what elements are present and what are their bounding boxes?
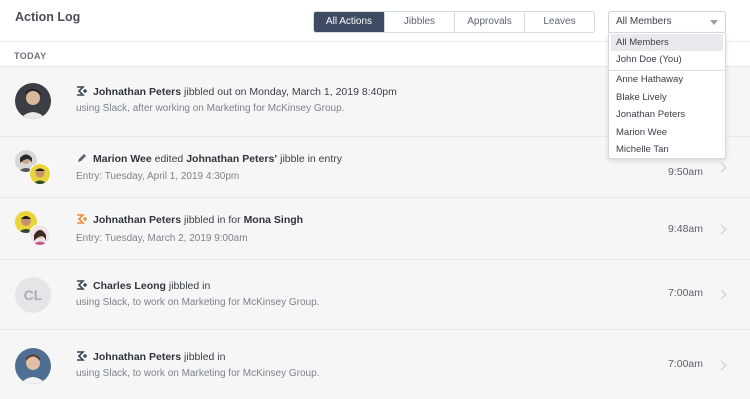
- member-option-anne-hathaway[interactable]: Anne Hathaway: [609, 71, 725, 88]
- log-entry[interactable]: Johnathan Peters jibbled in for Mona Sin…: [0, 197, 750, 259]
- avatar: CL: [15, 277, 51, 313]
- jibble-in-for-icon: [77, 214, 87, 224]
- entry-time: 7:00am: [667, 287, 703, 299]
- tab-jibbles[interactable]: Jibbles: [384, 12, 454, 32]
- chevron-right-icon: [716, 162, 727, 173]
- jibble-out-icon: [77, 86, 87, 96]
- target-name: Johnathan Peters’: [186, 153, 278, 165]
- member-option-john-doe[interactable]: John Doe (You): [609, 51, 725, 68]
- pencil-icon: [78, 154, 86, 162]
- member-dropdown-menu: All Members John Doe (You) Anne Hathaway…: [608, 32, 726, 159]
- member-option-blake-lively[interactable]: Blake Lively: [609, 89, 725, 106]
- tab-leaves[interactable]: Leaves: [524, 12, 594, 32]
- entry-time: 7:00am: [667, 358, 703, 370]
- actor-name: Marion Wee: [93, 153, 152, 165]
- actor-name: Charles Leong: [93, 280, 166, 292]
- actor-name: Johnathan Peters: [93, 86, 182, 98]
- chevron-right-icon: [716, 289, 727, 300]
- member-option-michelle-tan[interactable]: Michelle Tan: [609, 141, 725, 158]
- chevron-down-icon: [710, 20, 718, 25]
- tab-approvals[interactable]: Approvals: [454, 12, 524, 32]
- entry-detail: using Slack, to work on Marketing for Mc…: [76, 297, 320, 308]
- avatar: [15, 83, 51, 119]
- member-select-value: All Members: [616, 16, 672, 27]
- chevron-right-icon: [716, 224, 727, 235]
- log-entry[interactable]: Johnathan Peters jibbled in using Slack,…: [0, 329, 750, 399]
- avatar: [15, 348, 51, 384]
- section-label-today: TODAY: [14, 51, 47, 61]
- chevron-right-icon: [716, 360, 727, 371]
- actor-name: Johnathan Peters: [93, 351, 182, 363]
- avatar: [29, 163, 51, 185]
- log-entry[interactable]: CL Charles Leong jibbled in using Slack,…: [0, 259, 750, 329]
- entry-detail: Entry: Tuesday, March 2, 2019 9:00am: [76, 233, 248, 244]
- page-title: Action Log: [15, 10, 81, 24]
- jibble-in-icon: [77, 351, 87, 361]
- member-option-jonathan-peters[interactable]: Jonathan Peters: [609, 106, 725, 123]
- filter-tabs: All Actions Jibbles Approvals Leaves: [313, 11, 595, 33]
- member-option-marion-wee[interactable]: Marion Wee: [609, 124, 725, 141]
- avatar: [29, 224, 51, 246]
- entry-detail: using Slack, after working on Marketing …: [76, 103, 345, 114]
- actor-name: Johnathan Peters: [93, 214, 182, 226]
- member-option-all[interactable]: All Members: [611, 34, 723, 51]
- entry-time: 9:48am: [667, 223, 703, 235]
- jibble-in-icon: [77, 280, 87, 290]
- action-text: jibbled out on Monday, March 1, 2019 8:4…: [181, 86, 397, 98]
- entry-time: 9:50am: [667, 166, 703, 178]
- member-select[interactable]: All Members: [608, 11, 726, 33]
- entry-detail: using Slack, to work on Marketing for Mc…: [76, 368, 320, 379]
- entry-detail: Entry: Tuesday, April 1, 2019 4:30pm: [76, 171, 240, 182]
- tab-all-actions[interactable]: All Actions: [314, 12, 384, 32]
- target-name: Mona Singh: [243, 214, 304, 226]
